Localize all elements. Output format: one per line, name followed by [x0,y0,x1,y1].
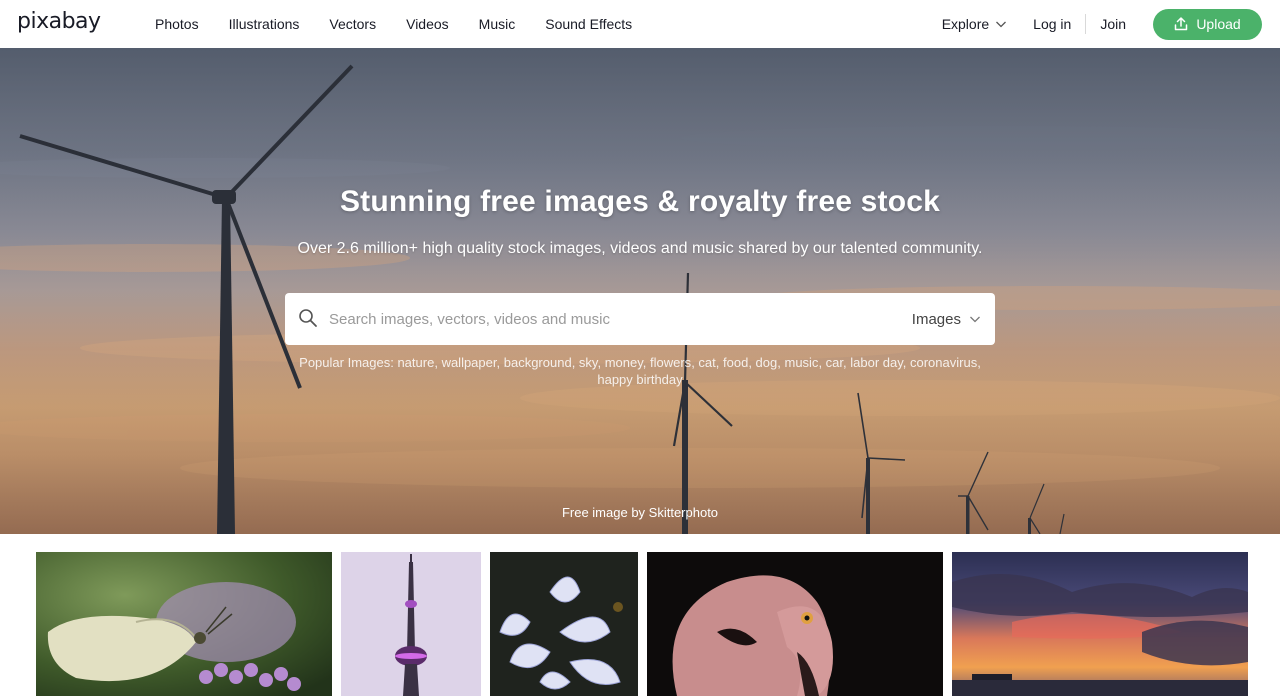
nav-link-vectors[interactable]: Vectors [329,16,376,32]
nav-link-photos[interactable]: Photos [155,16,199,32]
nav-divider [1085,14,1087,34]
hero-banner: Stunning free images & royalty free stoc… [0,48,1280,534]
login-link[interactable]: Log in [1033,16,1071,32]
sunset-image [952,552,1248,696]
popular-tag[interactable]: food [723,355,748,370]
hero-subtitle: Over 2.6 million+ high quality stock ima… [297,240,983,257]
search-input[interactable] [329,293,889,345]
flamingo-image [647,552,943,696]
gallery-tile-cn-tower[interactable] [341,552,481,696]
media-type-dropdown[interactable]: Images [912,293,981,345]
account-nav: Explore Log in Join Upload [942,0,1262,48]
search-bar: Images [285,293,995,345]
nav-link-videos[interactable]: Videos [406,16,449,32]
gallery-tile-butterfly[interactable] [36,552,332,696]
gallery-tile-agapanthus[interactable] [490,552,638,696]
popular-tag[interactable]: flowers [650,355,691,370]
media-type-selected: Images [911,310,961,328]
popular-tag[interactable]: happy birthday [597,372,682,387]
image-credit[interactable]: Free image by Skitterphoto [0,505,1280,520]
popular-tag[interactable]: sky [579,355,598,370]
nav-link-music[interactable]: Music [479,16,516,32]
popular-tag[interactable]: nature [397,355,434,370]
upload-icon [1175,17,1188,31]
popular-tag[interactable]: coronavirus [910,355,977,370]
popular-tag[interactable]: wallpaper [442,355,497,370]
hero-title: Stunning free images & royalty free stoc… [339,185,941,218]
nav-link-illustrations[interactable]: Illustrations [229,16,300,32]
upload-button[interactable]: Upload [1153,8,1262,40]
explore-label: Explore [941,16,990,32]
popular-label: Popular Images: [299,355,394,370]
pixabay-logo[interactable]: pixabay [17,9,101,34]
gallery-tile-flamingo[interactable] [647,552,943,696]
cn-tower-image [341,552,481,696]
join-link[interactable]: Join [1100,16,1126,32]
chevron-down-icon [970,316,980,323]
main-nav: Photos Illustrations Vectors Videos Musi… [155,0,632,48]
chevron-down-icon [996,21,1007,28]
popular-tag[interactable]: money [605,355,643,370]
explore-menu[interactable]: Explore [942,16,1007,32]
popular-tag[interactable]: labor day [850,355,903,370]
popular-tag[interactable]: music [784,355,818,370]
upload-label: Upload [1196,16,1241,32]
popular-searches: Popular Images: nature, wallpaper, backg… [299,355,981,387]
image-gallery [0,534,1280,696]
search-icon[interactable] [298,308,318,328]
popular-tag[interactable]: dog [756,355,778,370]
nav-link-sound-effects[interactable]: Sound Effects [545,16,632,32]
agapanthus-image [490,552,638,696]
popular-tag[interactable]: cat [698,355,715,370]
hero-background-image [0,48,1280,534]
gallery-tile-sunset[interactable] [952,552,1248,696]
popular-tag[interactable]: background [504,355,572,370]
top-navigation-bar: pixabay Photos Illustrations Vectors Vid… [0,0,1280,48]
popular-tag[interactable]: car [826,355,843,370]
butterfly-image [36,552,332,696]
